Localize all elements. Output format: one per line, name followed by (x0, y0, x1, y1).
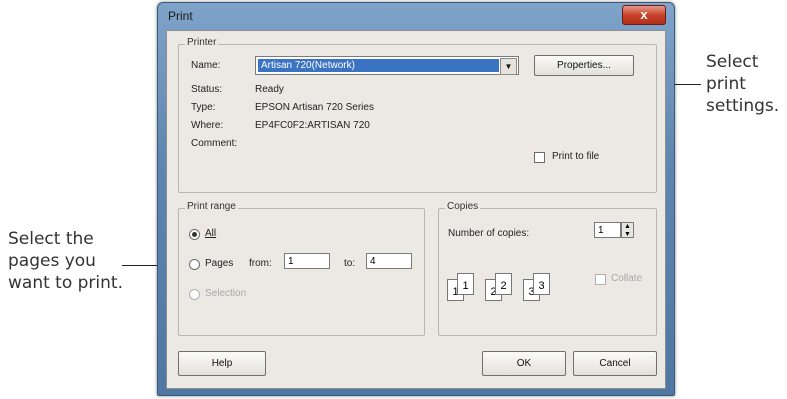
pages-label[interactable]: Pages (205, 258, 233, 269)
callout-line: want to print. (8, 273, 123, 293)
chevron-down-icon[interactable]: ▼ (500, 58, 517, 75)
name-label: Name: (191, 60, 221, 71)
title-bar: Print x (158, 3, 674, 29)
selection-label[interactable]: Selection (205, 288, 246, 299)
callout-line: pages you (8, 251, 96, 271)
status-value: Ready (255, 84, 284, 95)
copies-group: Copies Number of copies: 1 ▲ ▼ 1 1 2 2 3 … (438, 201, 657, 336)
copies-spinner[interactable]: ▲ ▼ (621, 222, 634, 238)
from-label: from: (249, 258, 272, 269)
copies-input[interactable]: 1 (594, 222, 621, 238)
close-button[interactable]: x (622, 5, 666, 25)
cancel-button[interactable]: Cancel (573, 351, 657, 376)
properties-button[interactable]: Properties... (534, 55, 634, 76)
to-label: to: (344, 258, 356, 269)
copies-group-label: Copies (445, 201, 481, 212)
callout-select-print-settings: Select print settings. (706, 51, 779, 117)
window-title: Print (168, 9, 193, 23)
where-value: EP4FC0F2:ARTISAN 720 (255, 120, 370, 131)
callout-line: Select the (8, 229, 94, 249)
where-label: Where: (191, 120, 224, 131)
all-radio[interactable] (189, 229, 200, 240)
ok-button[interactable]: OK (482, 351, 566, 376)
from-page-input[interactable]: 1 (284, 253, 330, 269)
status-label: Status: (191, 84, 223, 95)
type-value: EPSON Artisan 720 Series (255, 102, 374, 113)
help-button[interactable]: Help (178, 351, 266, 376)
callout-line: settings. (706, 96, 780, 116)
print-range-group-label: Print range (185, 201, 238, 212)
type-label: Type: (191, 102, 216, 113)
print-to-file-checkbox[interactable] (534, 152, 545, 163)
pages-radio[interactable] (189, 259, 200, 270)
callout-line: Select (706, 52, 759, 72)
all-label[interactable]: All (205, 228, 216, 239)
dialog-client-area: Printer Name: Artisan 720(Network) ▼ Pro… (166, 30, 666, 389)
printer-name-select[interactable]: Artisan 720(Network) ▼ (255, 56, 519, 75)
printer-group-label: Printer (185, 37, 219, 48)
callout-select-pages: Select the pages you want to print. (8, 228, 123, 294)
number-of-copies-label: Number of copies: (448, 228, 530, 239)
page-icon: 2 (495, 273, 512, 295)
collate-checkbox[interactable] (595, 274, 606, 285)
collate-label[interactable]: Collate (611, 273, 642, 284)
to-page-input[interactable]: 4 (366, 253, 412, 269)
page-icon: 1 (457, 273, 474, 295)
print-range-group: Print range All Pages from: 1 to: 4 Sele… (178, 201, 425, 336)
print-dialog-window: Print x Printer Name: Artisan 720(Networ… (157, 2, 675, 396)
print-to-file-label[interactable]: Print to file (552, 151, 599, 162)
page-icon: 3 (533, 273, 550, 295)
printer-group: Printer Name: Artisan 720(Network) ▼ Pro… (178, 37, 657, 193)
comment-label: Comment: (191, 138, 238, 149)
callout-line: print (706, 74, 746, 94)
printer-name-value: Artisan 720(Network) (258, 59, 499, 72)
collate-pages-icon: 1 1 2 2 3 3 (447, 271, 587, 311)
selection-radio[interactable] (189, 289, 200, 300)
